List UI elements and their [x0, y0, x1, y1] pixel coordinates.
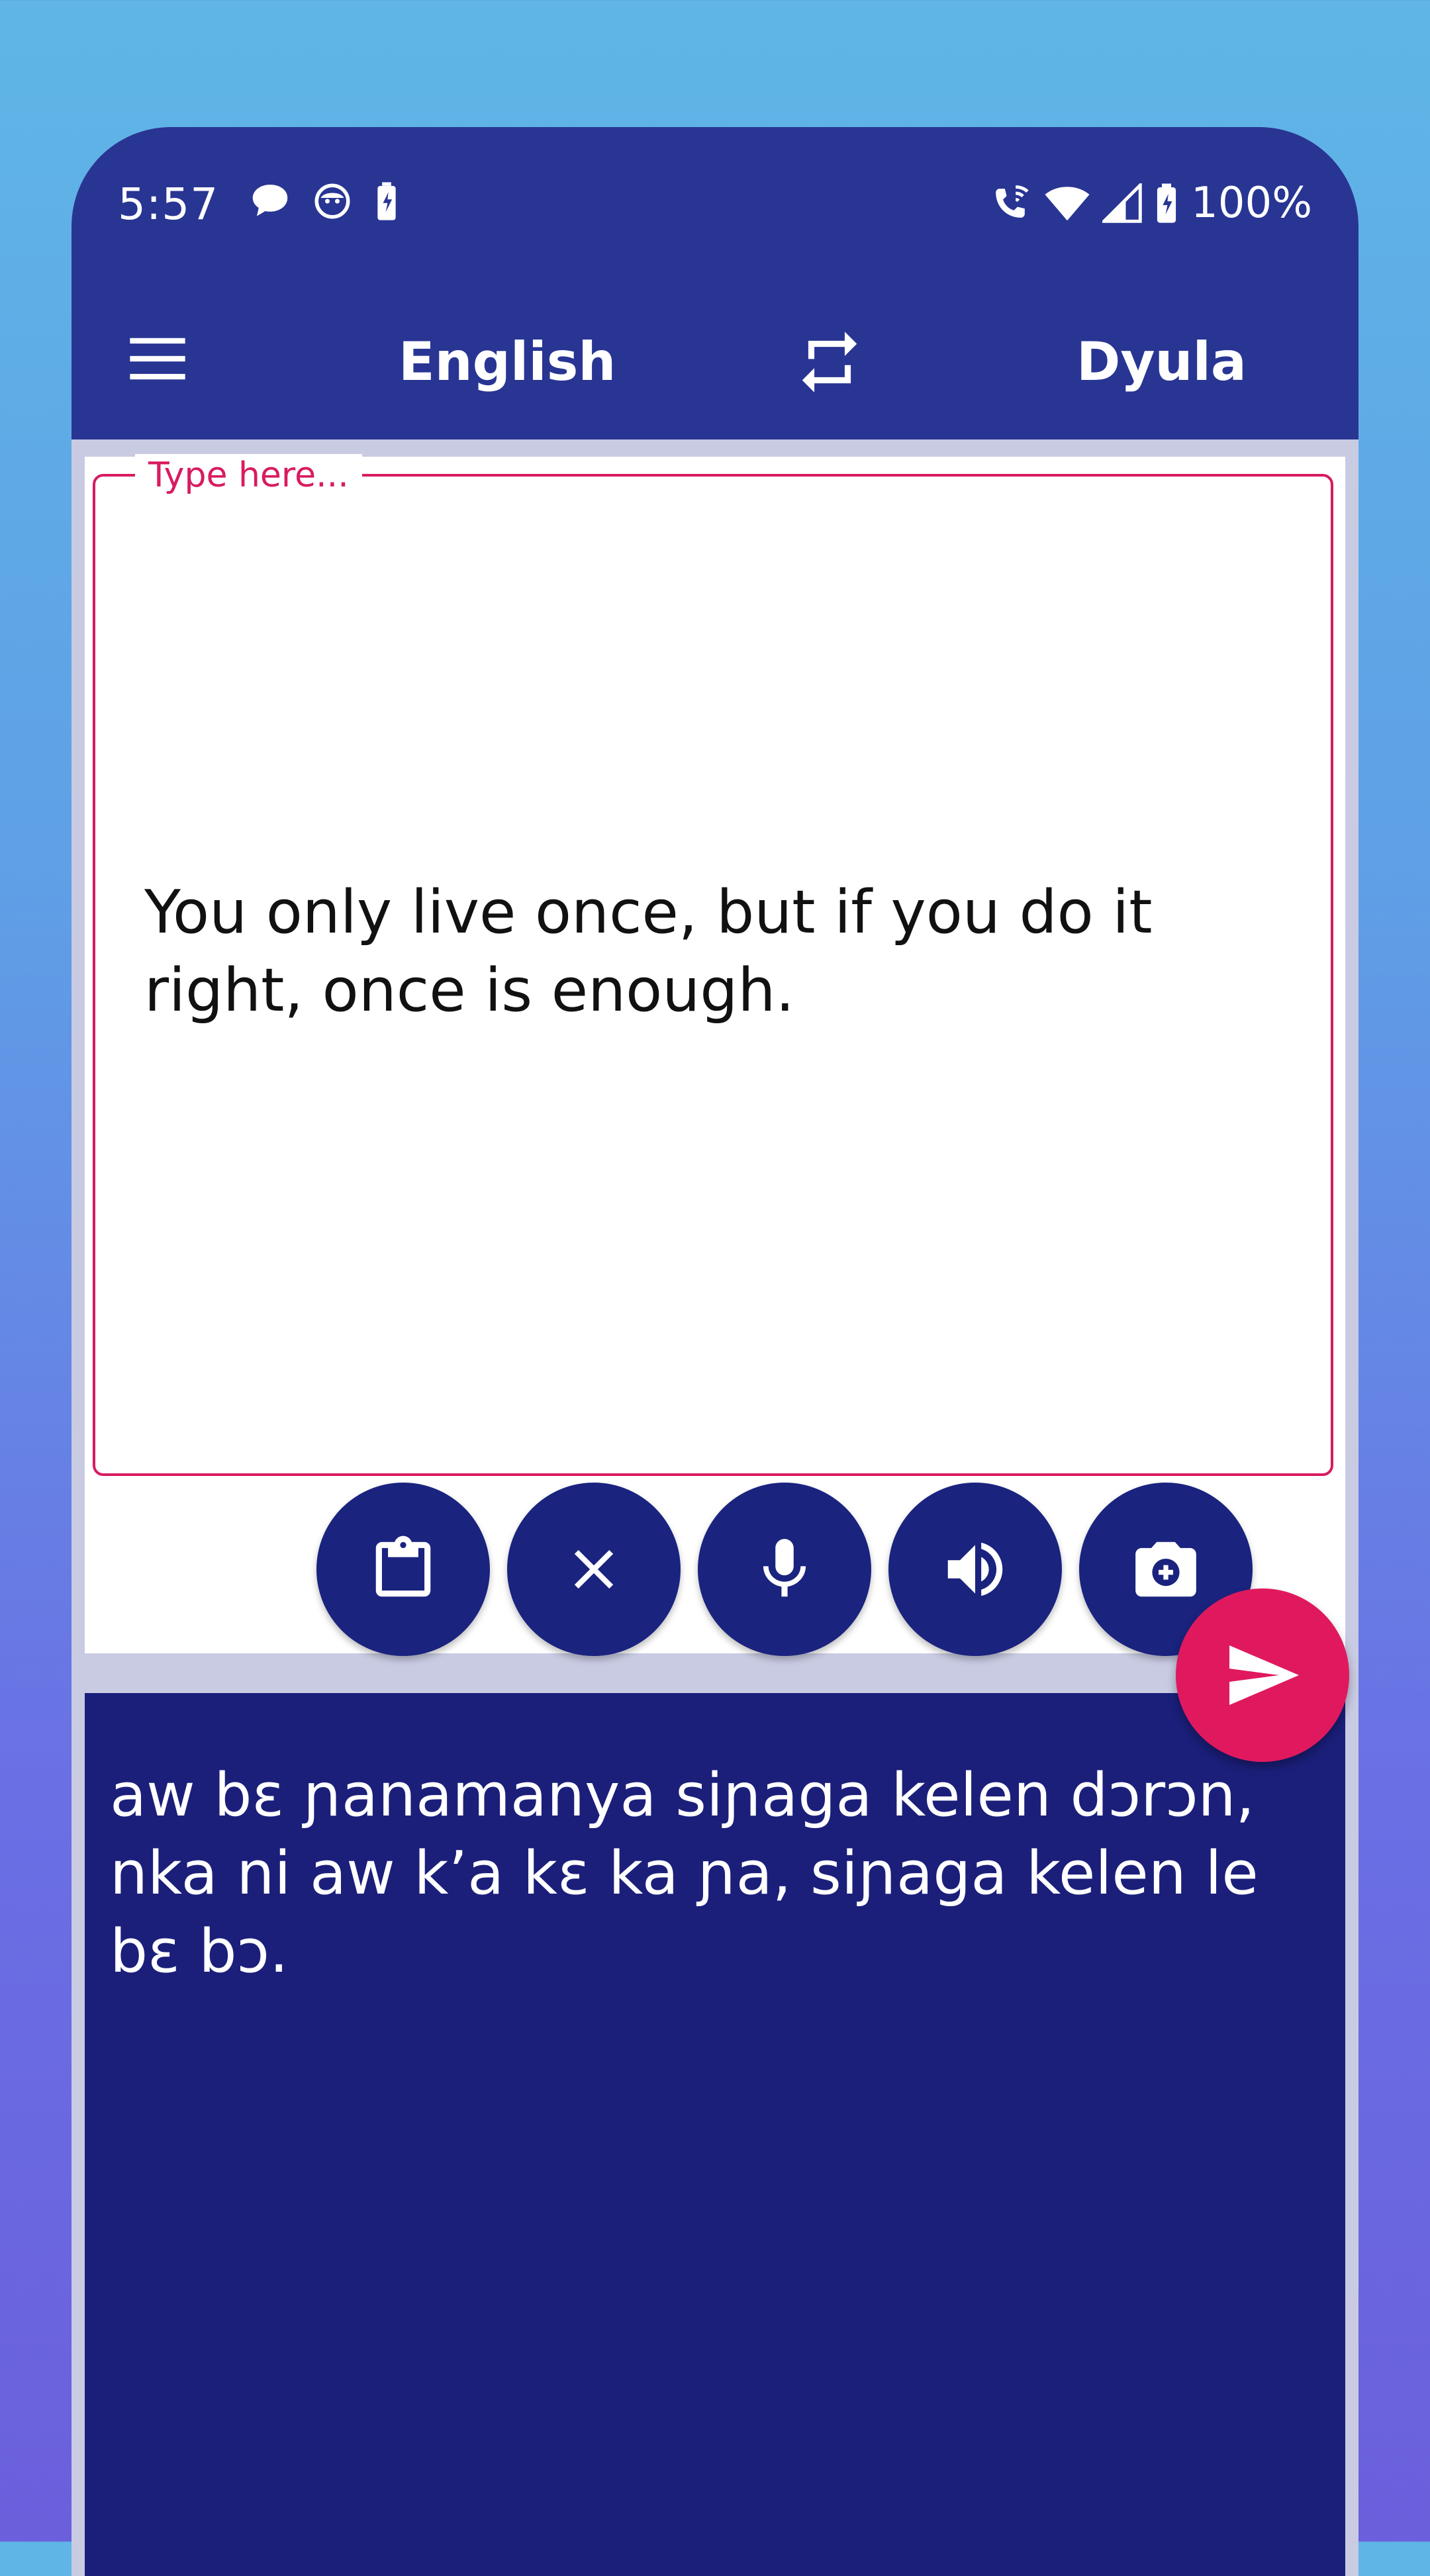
wifi-calling-icon	[996, 185, 1029, 218]
clipboard-icon	[375, 1536, 431, 1597]
translate-send-button[interactable]	[1176, 1588, 1349, 1762]
notification-icons	[250, 181, 399, 221]
battery-icon	[1157, 183, 1176, 223]
target-language-button[interactable]: Dyula	[1076, 331, 1247, 392]
app-window: 5:57 100% English Dyula Type here... You…	[72, 127, 1358, 2576]
source-text[interactable]: You only live once, but if you do it rig…	[144, 874, 1310, 1030]
wifi-icon	[1045, 187, 1090, 221]
input-label: Type here...	[135, 454, 362, 496]
status-time: 5:57	[118, 179, 219, 230]
battery-saver-icon	[377, 182, 396, 220]
swap-languages-button[interactable]	[793, 326, 866, 398]
app-bar: English Dyula	[72, 286, 1358, 439]
battery-percent: 100%	[1191, 179, 1312, 228]
clear-button[interactable]	[507, 1483, 681, 1656]
chat-bubble-icon	[252, 185, 288, 216]
translated-text: aw bɛ ɲanamanya siɲaga kelen dɔrɔn, nka …	[110, 1761, 1259, 1986]
menu-button[interactable]	[124, 326, 191, 392]
send-icon	[1229, 1645, 1299, 1705]
status-bar: 5:57 100%	[72, 127, 1358, 286]
source-text-field[interactable]: Type here... You only live once, but if …	[93, 454, 1333, 1476]
close-icon	[574, 1549, 614, 1589]
signal-icon	[1102, 183, 1142, 223]
output-card: aw bɛ ɲanamanya siɲaga kelen dɔrɔn, nka …	[85, 1693, 1345, 2576]
action-buttons	[85, 1483, 1345, 1661]
voice-input-button[interactable]	[698, 1483, 871, 1656]
input-card: Type here... You only live once, but if …	[85, 454, 1345, 1656]
system-icons: 100%	[988, 179, 1312, 228]
paste-button[interactable]	[316, 1483, 490, 1656]
speaker-icon	[947, 1542, 1003, 1596]
camera-icon	[1135, 1541, 1196, 1597]
microphone-icon	[763, 1539, 806, 1597]
top-bar: 5:57 100% English Dyula	[72, 127, 1358, 439]
hamburger-menu-icon	[130, 338, 185, 380]
messenger-icon	[314, 183, 350, 219]
speak-button[interactable]	[888, 1483, 1062, 1656]
source-language-button[interactable]: English	[399, 331, 616, 392]
swap-icon	[802, 332, 857, 392]
